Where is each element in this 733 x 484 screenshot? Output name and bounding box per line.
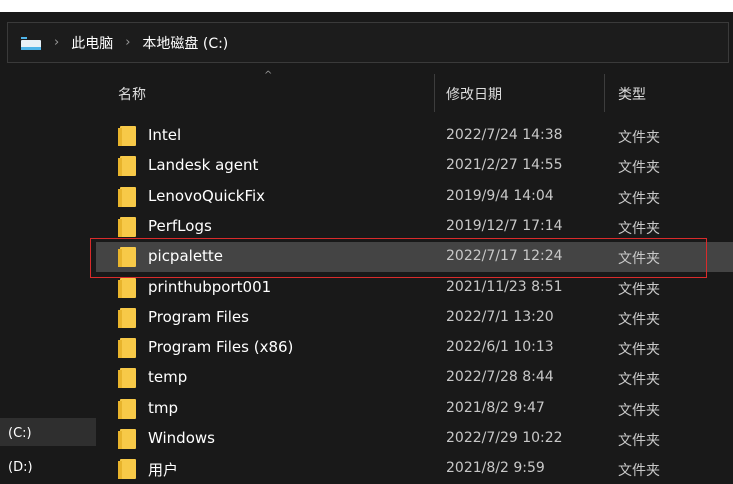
- modified-date: 2021/8/2 9:59: [446, 460, 545, 477]
- file-type: 文件夹: [618, 463, 660, 480]
- sort-ascending-icon: ^: [264, 70, 273, 81]
- column-header-date[interactable]: 修改日期: [446, 84, 502, 104]
- column-header-type[interactable]: 类型: [618, 84, 646, 104]
- folder-icon: [118, 398, 136, 419]
- column-header-row: ^ 名称 修改日期 类型: [96, 70, 733, 116]
- file-type: 文件夹: [618, 433, 660, 449]
- table-row[interactable]: PerfLogs 2019/12/7 17:14 文件夹: [96, 212, 733, 242]
- chevron-right-icon: ›: [54, 35, 60, 50]
- file-type: 文件夹: [618, 190, 660, 207]
- address-bar[interactable]: › 此电脑 › 本地磁盘 (C:): [7, 22, 729, 63]
- file-name: tmp: [148, 398, 179, 417]
- chevron-right-icon: ›: [125, 35, 131, 50]
- folder-icon: [118, 247, 136, 268]
- table-row[interactable]: Intel 2022/7/24 14:38 文件夹: [96, 121, 733, 151]
- file-type: 文件夹: [618, 372, 660, 389]
- table-row[interactable]: 用户 2021/8/2 9:59 文件夹: [96, 454, 733, 484]
- folder-icon: [118, 216, 136, 237]
- modified-date: 2022/7/17 12:24: [446, 248, 563, 265]
- navigation-pane: (C:) (D:): [0, 63, 96, 475]
- sidebar-item-drive-c[interactable]: (C:): [8, 426, 32, 441]
- column-divider[interactable]: [434, 74, 435, 112]
- file-type: 文件夹: [618, 311, 660, 328]
- column-header-name[interactable]: 名称: [118, 84, 146, 104]
- file-type: 文件夹: [618, 130, 660, 146]
- modified-date: 2022/7/28 8:44: [446, 369, 554, 386]
- table-row[interactable]: tmp 2021/8/2 9:47 文件夹: [96, 394, 733, 424]
- table-row[interactable]: Windows 2022/7/29 10:22 文件夹: [96, 424, 733, 454]
- modified-date: 2022/7/24 14:38: [446, 127, 563, 143]
- file-name: 用户: [148, 461, 179, 480]
- window-top-strip: [0, 0, 733, 12]
- file-name: Intel: [148, 126, 182, 144]
- this-pc-icon: [20, 34, 42, 52]
- modified-date: 2021/2/27 14:55: [446, 157, 563, 174]
- folder-icon: [118, 186, 136, 207]
- sidebar-item-drive-d[interactable]: (D:): [8, 460, 33, 475]
- modified-date: 2022/7/29 10:22: [446, 430, 563, 446]
- table-row[interactable]: printhubport001 2021/11/23 8:51 文件夹: [96, 273, 733, 303]
- modified-date: 2021/11/23 8:51: [446, 278, 563, 295]
- column-divider[interactable]: [604, 74, 605, 112]
- folder-icon: [118, 277, 136, 298]
- folder-icon: [118, 126, 136, 146]
- file-type: 文件夹: [618, 402, 660, 419]
- modified-date: 2019/12/7 17:14: [446, 217, 563, 234]
- table-row[interactable]: Program Files (x86) 2022/6/1 10:13 文件夹: [96, 333, 733, 363]
- file-type: 文件夹: [618, 281, 660, 298]
- file-name: Program Files (x86): [148, 338, 294, 357]
- file-name: Program Files: [148, 307, 249, 326]
- breadcrumb-this-pc[interactable]: 此电脑: [71, 33, 113, 53]
- file-name: picpalette: [148, 247, 224, 266]
- folder-icon: [118, 429, 136, 449]
- folder-icon: [118, 307, 136, 328]
- table-row[interactable]: temp 2022/7/28 8:44 文件夹: [96, 363, 733, 393]
- modified-date: 2022/6/1 10:13: [446, 339, 554, 356]
- breadcrumb-drive-c[interactable]: 本地磁盘 (C:): [142, 33, 228, 53]
- folder-icon: [118, 338, 136, 359]
- file-type: 文件夹: [618, 342, 660, 359]
- file-name: PerfLogs: [148, 216, 212, 235]
- file-type: 文件夹: [618, 220, 660, 237]
- file-name: LenovoQuickFix: [148, 186, 266, 205]
- folder-icon: [118, 156, 136, 177]
- table-row[interactable]: picpalette 2022/7/17 12:24 文件夹: [96, 242, 733, 273]
- file-name: temp: [148, 368, 188, 387]
- file-name: Landesk agent: [148, 156, 259, 175]
- modified-date: 2021/8/2 9:47: [446, 399, 545, 416]
- table-row[interactable]: LenovoQuickFix 2019/9/4 14:04 文件夹: [96, 182, 733, 212]
- file-name: printhubport001: [148, 277, 272, 296]
- file-type: 文件夹: [618, 251, 660, 268]
- table-row[interactable]: Landesk agent 2021/2/27 14:55 文件夹: [96, 151, 733, 181]
- folder-icon: [118, 459, 136, 480]
- file-type: 文件夹: [618, 160, 660, 177]
- modified-date: 2019/9/4 14:04: [446, 187, 554, 204]
- modified-date: 2022/7/1 13:20: [446, 308, 554, 325]
- table-row[interactable]: Program Files 2022/7/1 13:20 文件夹: [96, 303, 733, 333]
- file-name: Windows: [148, 429, 215, 447]
- folder-icon: [118, 368, 136, 389]
